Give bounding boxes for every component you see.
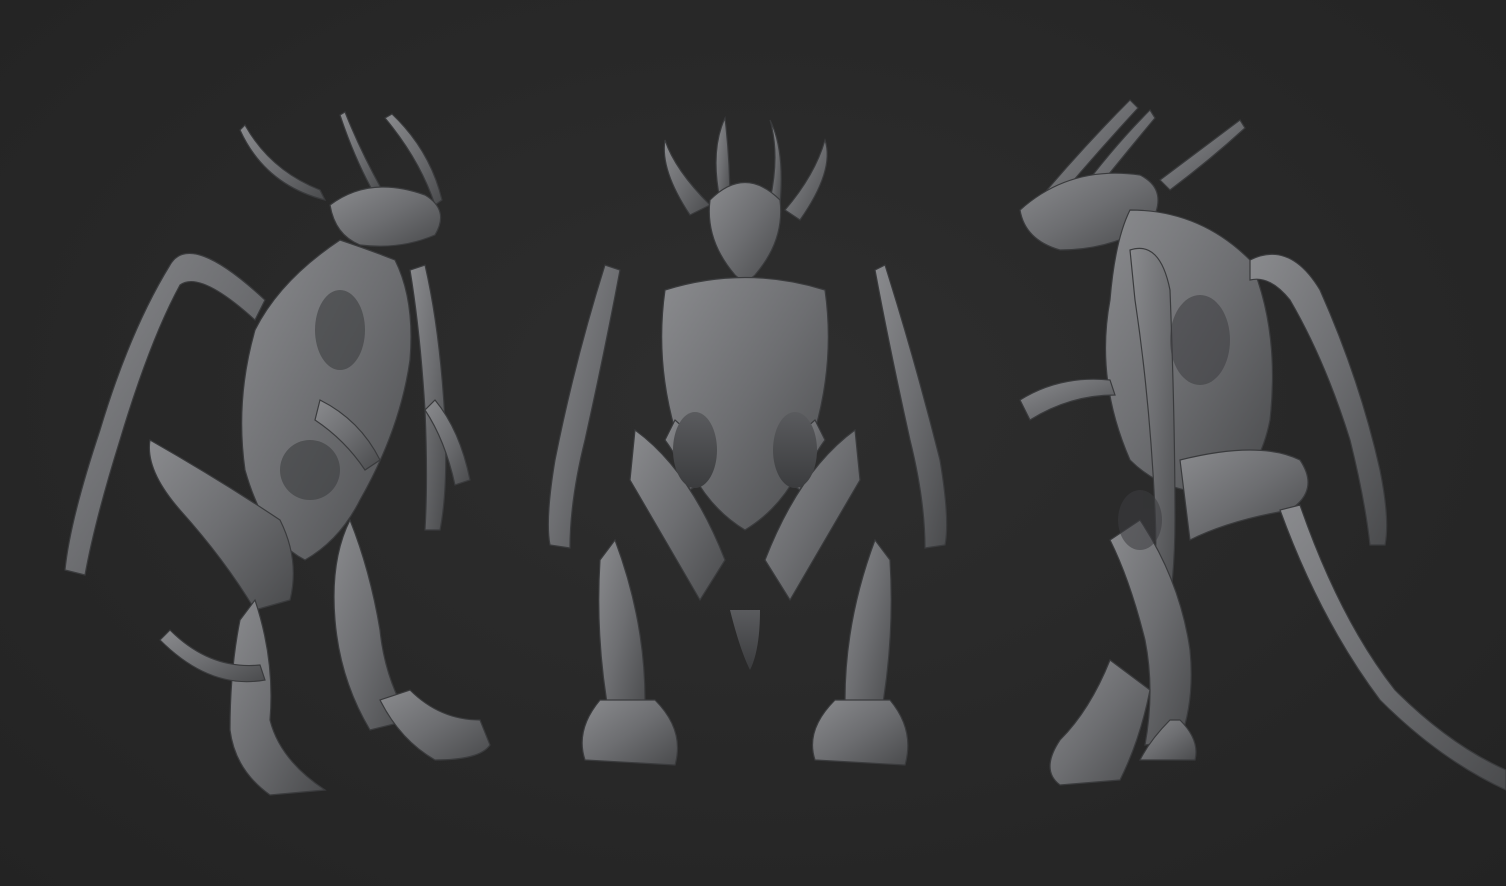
creature-side-view bbox=[1000, 0, 1506, 886]
creature-three-quarter-view bbox=[40, 0, 510, 886]
sculpt-viewport bbox=[0, 0, 1506, 886]
creature-front-view bbox=[515, 0, 985, 886]
